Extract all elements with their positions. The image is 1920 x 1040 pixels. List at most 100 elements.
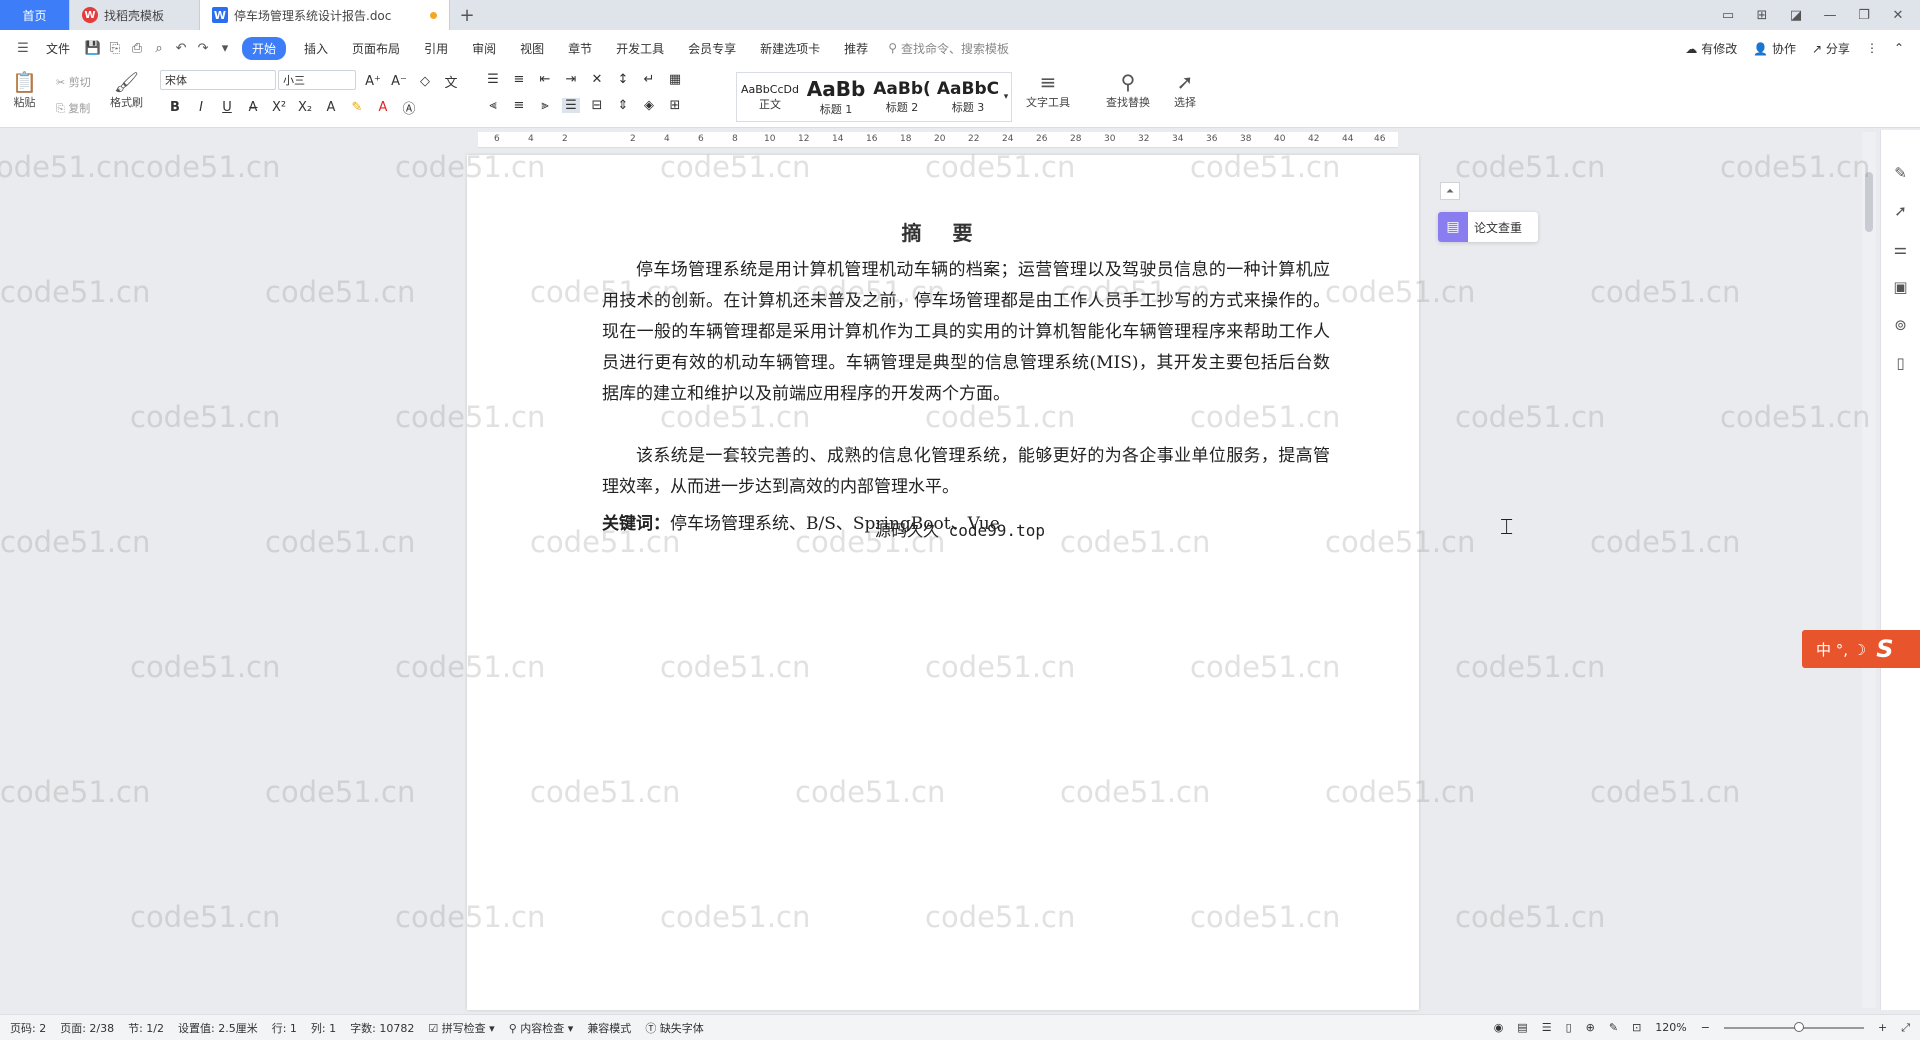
menu-home[interactable]: 开始 [242, 36, 287, 60]
phonetic-icon[interactable]: 文 [442, 72, 460, 91]
restore-icon[interactable]: ❐ [1854, 8, 1874, 23]
zoom-level[interactable]: 120% [1655, 1021, 1686, 1034]
has-changes-button[interactable]: ☁ 有修改 [1685, 40, 1737, 57]
status-word-count[interactable]: 字数: 10782 [350, 1020, 414, 1036]
pen-view-icon[interactable]: ✎ [1609, 1021, 1618, 1034]
font-color-icon[interactable]: A [374, 100, 392, 115]
fullscreen-icon[interactable]: ⤢ [1901, 1021, 1910, 1035]
command-search[interactable]: ⚲ 查找命令、搜索模板 [888, 40, 1009, 57]
style-normal[interactable]: AaBbCcDd 正文 [737, 73, 803, 121]
align-center-icon[interactable]: ≡ [510, 98, 528, 113]
new-tab-button[interactable]: + [450, 0, 484, 30]
align-left-icon[interactable]: ⫷ [484, 98, 502, 113]
underline-icon[interactable]: U [218, 100, 236, 115]
menu-chapter[interactable]: 章节 [556, 40, 604, 57]
outdent-icon[interactable]: ⇤ [536, 72, 554, 87]
font-size-select[interactable]: 小三 [278, 70, 356, 90]
clear-format-icon[interactable]: ◇ [416, 74, 434, 89]
menu-recommend[interactable]: 推荐 [832, 40, 880, 57]
content-check-button[interactable]: ⚲ 内容检查 ▾ [509, 1020, 574, 1036]
text-tools-button[interactable]: ≡ 文字工具 [1026, 70, 1070, 110]
location-icon[interactable]: ⊚ [1894, 316, 1907, 334]
style-heading-1[interactable]: AaBb 标题 1 [803, 73, 869, 121]
menu-insert[interactable]: 插入 [292, 40, 340, 57]
menu-member[interactable]: 会员专享 [676, 40, 748, 57]
status-setting[interactable]: 设置值: 2.5厘米 [178, 1020, 258, 1036]
image-icon[interactable]: ▣ [1893, 278, 1907, 296]
chinese-layout-icon[interactable]: ✕ [588, 72, 606, 87]
file-menu[interactable]: 文件 [34, 40, 82, 57]
line-spacing-icon[interactable]: ⇕ [614, 98, 632, 113]
close-icon[interactable]: ✕ [1888, 8, 1908, 23]
scrollbar-thumb[interactable] [1865, 172, 1873, 232]
document-page[interactable]: 摘 要 停车场管理系统是用计算机管理机动车辆的档案；运营管理以及驾驶员信息的一种… [467, 155, 1419, 1010]
select-button[interactable]: ➚ 选择 [1174, 70, 1196, 110]
style-heading-2[interactable]: AaBb( 标题 2 [869, 73, 935, 121]
preview-icon[interactable]: ⌕ [148, 41, 170, 56]
spell-check-button[interactable]: ☑ 拼写检查 ▾ [428, 1020, 494, 1036]
more-icon[interactable]: ⋮ [1866, 41, 1878, 55]
missing-font-button[interactable]: Ⓣ 缺失字体 [645, 1020, 704, 1036]
find-replace-button[interactable]: ⚲ 查找替换 [1106, 70, 1150, 110]
zoom-in-icon[interactable]: + [1878, 1021, 1887, 1034]
share-button[interactable]: ↗ 分享 [1812, 40, 1850, 57]
grow-font-icon[interactable]: A⁺ [364, 74, 382, 89]
undo-icon[interactable]: ↶ [170, 41, 192, 56]
book-icon[interactable]: ▯ [1896, 354, 1904, 372]
paste-button[interactable]: 📋 粘贴 [12, 70, 37, 110]
shading-icon[interactable]: ◈ [640, 98, 658, 113]
justify-icon[interactable]: ☰ [562, 98, 580, 113]
subscript-icon[interactable]: X₂ [296, 100, 314, 115]
zoom-out-icon[interactable]: − [1701, 1021, 1710, 1034]
zoom-slider-knob[interactable] [1793, 1021, 1804, 1032]
redo-icon[interactable]: ↷ [192, 41, 214, 56]
bullet-list-icon[interactable]: ☰ [484, 72, 502, 87]
italic-icon[interactable]: I [192, 100, 210, 115]
tab-document[interactable]: W 停车场管理系统设计报告.doc [200, 0, 450, 30]
reading-view-icon[interactable]: ▯ [1566, 1021, 1572, 1034]
zoom-slider[interactable] [1723, 1021, 1864, 1032]
hamburger-icon[interactable]: ☰ [12, 41, 34, 56]
menu-view[interactable]: 视图 [508, 40, 556, 57]
char-border-icon[interactable]: Ⓐ [400, 98, 418, 117]
indent-icon[interactable]: ⇥ [562, 72, 580, 87]
table-icon[interactable]: ▦ [666, 72, 684, 87]
cut-button[interactable]: ✂ 剪切 [56, 74, 91, 90]
highlight-icon[interactable]: ✎ [348, 100, 366, 115]
status-page-num[interactable]: 页码: 2 [10, 1020, 46, 1036]
bold-icon[interactable]: B [166, 100, 184, 115]
font-name-select[interactable]: 宋体 [160, 70, 276, 90]
print-icon[interactable]: ⎙ [126, 41, 148, 56]
status-row[interactable]: 行: 1 [272, 1020, 297, 1036]
export-icon[interactable]: ⎘ [104, 41, 126, 56]
shrink-font-icon[interactable]: A⁻ [390, 74, 408, 89]
layout-icon[interactable]: ▭ [1718, 8, 1738, 23]
collaborate-button[interactable]: 👤 协作 [1753, 40, 1796, 57]
web-view-icon[interactable]: ⊕ [1586, 1021, 1595, 1034]
sort-icon[interactable]: ↕ [614, 72, 632, 87]
avatar[interactable]: ◪ [1786, 8, 1806, 23]
format-painter-button[interactable]: 🖌 格式刷 [110, 70, 143, 110]
style-heading-3[interactable]: AaBbC 标题 3 [935, 73, 1001, 121]
collapse-ribbon-icon[interactable]: ⌃ [1894, 41, 1904, 55]
menu-reference[interactable]: 引用 [412, 40, 460, 57]
ime-toolbar[interactable]: 中 °, ☽ S [1802, 630, 1920, 668]
paper-check-button[interactable]: ▤ 论文查重 [1438, 212, 1538, 242]
status-pages[interactable]: 页面: 2/38 [60, 1020, 114, 1036]
save-icon[interactable]: 💾 [82, 41, 104, 56]
tab-template[interactable]: W 找稻壳模板 [70, 0, 200, 30]
minimize-icon[interactable]: — [1820, 8, 1840, 23]
horizontal-ruler[interactable]: 6 4 2 2 4 6 8 10 12 14 16 18 20 22 24 26… [478, 132, 1398, 148]
copy-button[interactable]: ⎘ 复制 [56, 100, 90, 116]
status-col[interactable]: 列: 1 [311, 1020, 336, 1036]
menu-new-tab[interactable]: 新建选项卡 [748, 40, 832, 57]
style-more-icon[interactable]: ▾ [1001, 73, 1011, 121]
distribute-icon[interactable]: ⊟ [588, 98, 606, 113]
borders-icon[interactable]: ⊞ [666, 98, 684, 113]
grid-icon[interactable]: ⊞ [1752, 8, 1772, 23]
numbered-list-icon[interactable]: ≡ [510, 72, 528, 87]
page-view-icon[interactable]: ▤ [1517, 1021, 1527, 1034]
sliders-icon[interactable]: ⚌ [1894, 240, 1907, 258]
status-section[interactable]: 节: 1/2 [128, 1020, 164, 1036]
customize-icon[interactable]: ▾ [214, 41, 236, 56]
